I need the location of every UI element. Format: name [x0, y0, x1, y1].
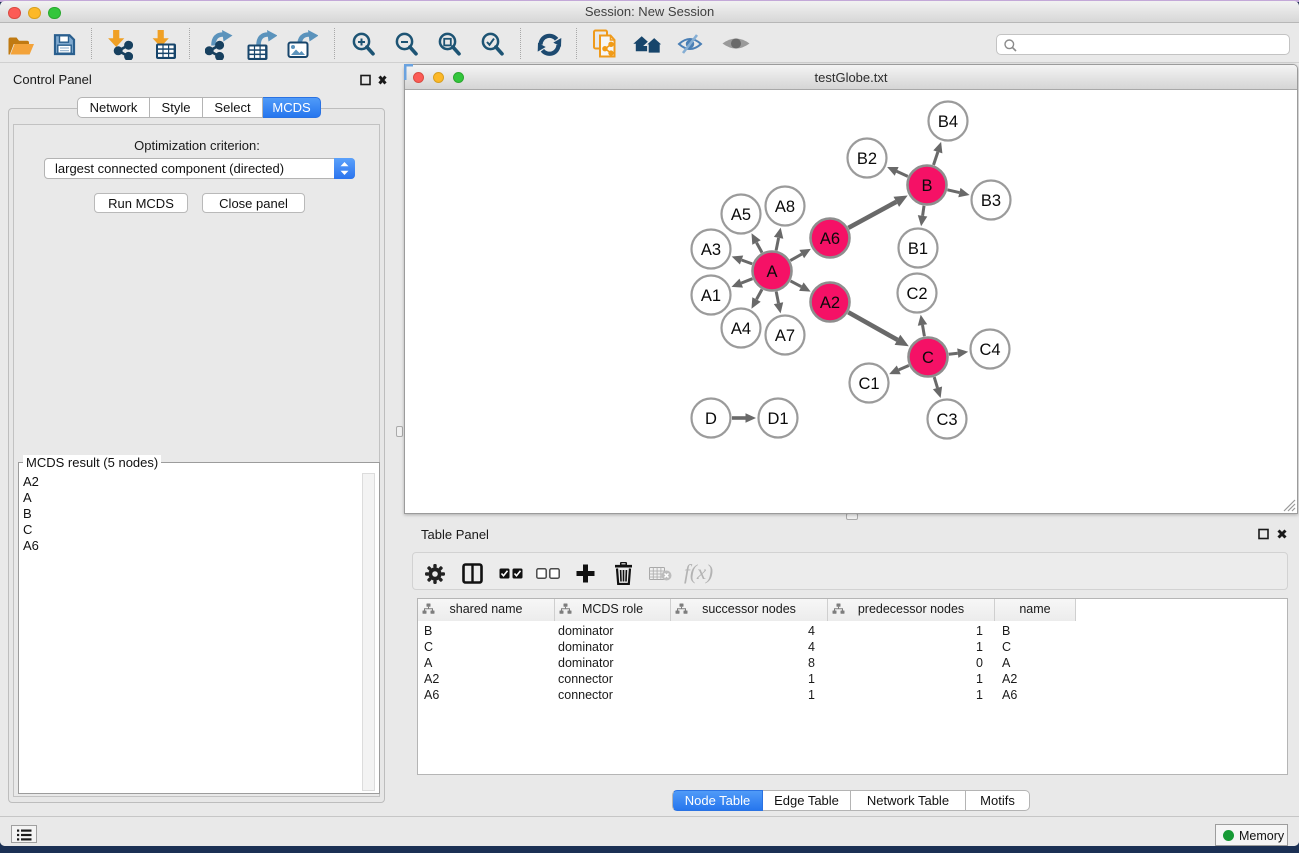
svg-text:B: B	[921, 177, 932, 195]
svg-text:D: D	[705, 410, 717, 428]
svg-text:C4: C4	[979, 341, 1000, 359]
svg-text:A3: A3	[701, 241, 721, 259]
svg-text:B1: B1	[908, 240, 928, 258]
svg-text:A7: A7	[775, 327, 795, 345]
svg-text:A6: A6	[820, 230, 840, 248]
svg-text:C1: C1	[858, 375, 879, 393]
svg-text:B4: B4	[938, 113, 958, 131]
svg-text:D1: D1	[767, 410, 788, 428]
svg-text:A2: A2	[820, 294, 840, 312]
svg-text:C3: C3	[936, 411, 957, 429]
svg-text:A5: A5	[731, 206, 751, 224]
svg-text:C2: C2	[906, 285, 927, 303]
svg-text:A1: A1	[701, 287, 721, 305]
svg-text:A8: A8	[775, 198, 795, 216]
svg-text:B2: B2	[857, 150, 877, 168]
svg-text:C: C	[922, 349, 934, 367]
svg-text:A4: A4	[731, 320, 751, 338]
svg-text:B3: B3	[981, 192, 1001, 210]
svg-text:A: A	[766, 263, 777, 281]
